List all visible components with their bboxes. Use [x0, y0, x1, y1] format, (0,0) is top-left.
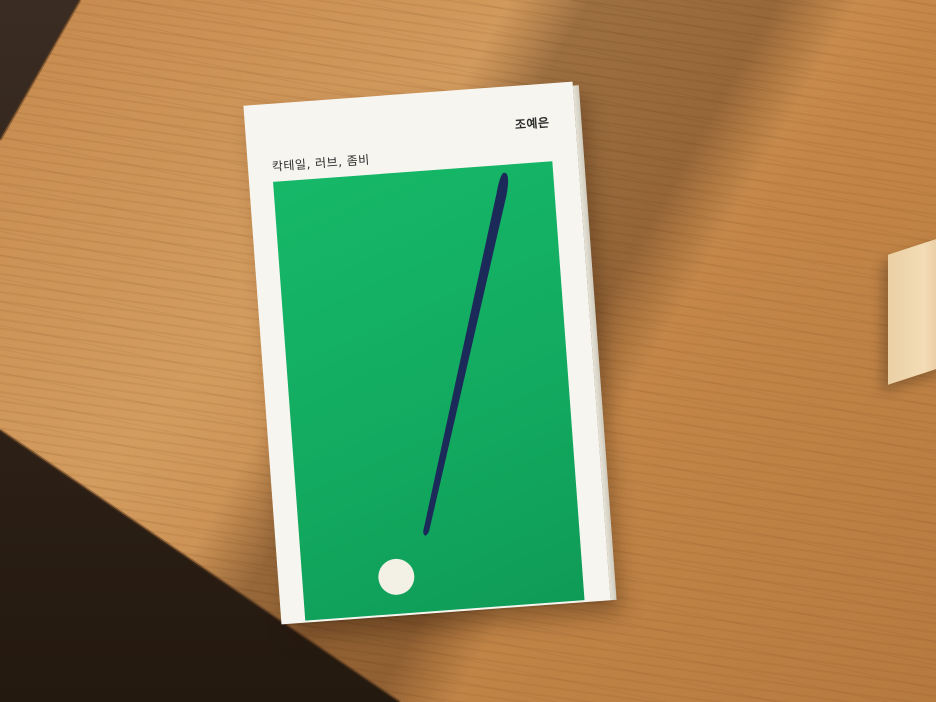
exclamation-mark-graphic [378, 172, 509, 595]
exclamation-stroke [423, 172, 509, 536]
photo-scene: 칵테일, 러브, 좀비 조예은 [0, 0, 936, 702]
book-cover: 칵테일, 러브, 좀비 조예은 [243, 81, 617, 625]
cover-green-panel [273, 161, 585, 621]
wooden-block [888, 235, 936, 385]
exclamation-dot [378, 558, 415, 595]
book-title: 칵테일, 러브, 좀비 [271, 152, 371, 174]
book-author: 조예은 [514, 115, 550, 132]
